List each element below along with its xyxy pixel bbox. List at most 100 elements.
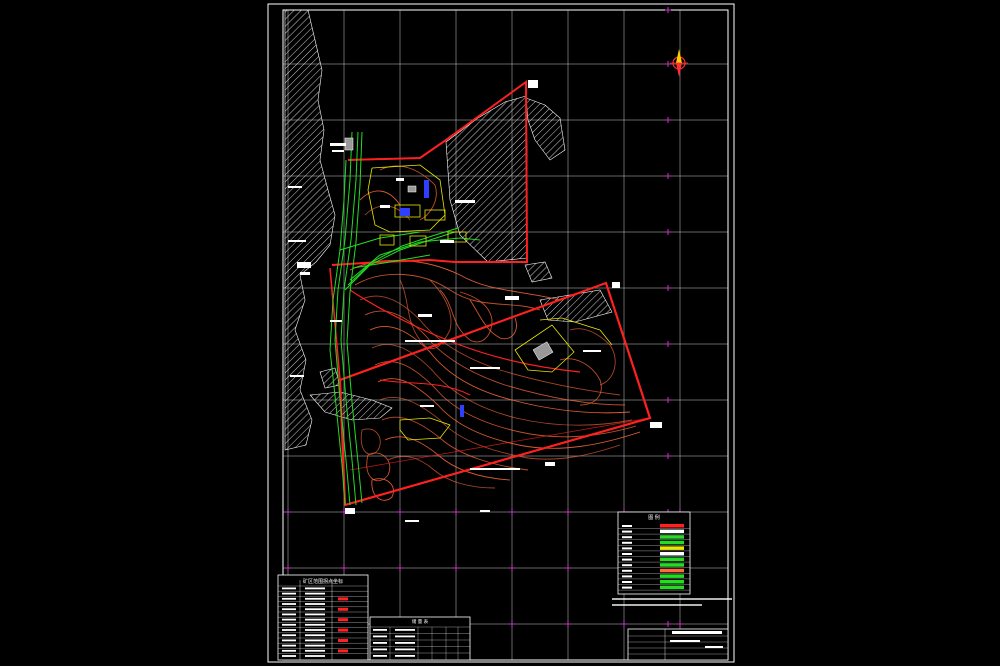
pit-edge (539, 317, 613, 346)
grid-cross (677, 621, 683, 627)
legend-swatch (660, 563, 684, 567)
table-cell (282, 587, 296, 590)
table-cell (282, 623, 296, 626)
facility-outline (367, 164, 446, 233)
contour-line (469, 299, 517, 340)
coordinate-table: 矿区范围拐点坐标 (277, 574, 369, 661)
legend-label (622, 547, 632, 550)
hatch-mid-left (309, 391, 393, 421)
table-cell (305, 592, 325, 595)
table-cell (282, 618, 296, 621)
legend-label (622, 525, 632, 527)
table-cell (395, 642, 415, 644)
grid-cross (397, 565, 403, 571)
grid-cross (341, 565, 347, 571)
table-cell (282, 592, 296, 595)
legend-label (622, 569, 632, 572)
legend-swatch (660, 540, 684, 545)
title-text-bar (670, 640, 700, 642)
table-cell (305, 618, 325, 621)
grid-cross (509, 509, 515, 515)
contour-line (359, 190, 401, 206)
boundary-lower (338, 281, 652, 507)
legend-label (622, 586, 632, 589)
contour-line (379, 397, 621, 460)
grid-cross (621, 621, 627, 627)
grid-cross (453, 565, 459, 571)
table-swatch (338, 597, 348, 601)
grid-cross (665, 7, 671, 13)
table-cell (305, 587, 325, 590)
grid-cross (665, 397, 671, 403)
hatch-upper-right (525, 97, 566, 161)
grid-cross (565, 509, 571, 515)
grid-cross (509, 621, 515, 627)
table-cell (282, 639, 296, 642)
contour-line (360, 428, 381, 455)
title-block (627, 628, 729, 661)
legend-label (622, 581, 632, 583)
grid-cross (665, 621, 671, 627)
table-cell (305, 608, 325, 611)
grid-cross (453, 509, 459, 515)
grid-cross (665, 229, 671, 235)
table-cell (373, 642, 387, 644)
grid-cross (665, 341, 671, 347)
title-text-bar (705, 646, 723, 648)
legend-label (622, 553, 632, 555)
table-cell (373, 629, 387, 631)
table-cell (305, 649, 325, 652)
table-cell (305, 597, 325, 600)
legend-swatch (660, 535, 684, 539)
legend-swatch (660, 568, 684, 573)
table-cell (395, 635, 415, 638)
table-cell (395, 648, 415, 651)
legend-label (622, 541, 632, 544)
legend-label (622, 575, 632, 578)
table-cell (373, 655, 387, 657)
table-cell (305, 613, 325, 616)
table-cell (282, 613, 296, 616)
contour-line (569, 328, 616, 386)
grid-cross (565, 565, 571, 571)
grid-cross (509, 565, 515, 571)
boundary-inner (349, 417, 651, 471)
table-cell (395, 629, 415, 631)
yellow-pond (399, 417, 451, 441)
legend-swatch (660, 557, 684, 562)
legend-swatch (660, 580, 684, 584)
table-swatch (338, 639, 348, 642)
grid-cross (665, 453, 671, 459)
contour-line (377, 378, 641, 449)
coordinate-table-title: 矿区范围拐点坐标 (303, 578, 343, 585)
hatch-top-mountain (445, 95, 528, 263)
table-swatch (338, 607, 348, 611)
contour-line (381, 416, 529, 471)
legend-swatch (660, 585, 684, 590)
table-cell (305, 623, 325, 626)
grid-cross (285, 565, 291, 571)
grid-cross (665, 173, 671, 179)
table-cell (305, 644, 325, 647)
grid-cross (665, 61, 671, 67)
table-cell (282, 608, 296, 611)
table-cell (282, 597, 296, 600)
table-cell (305, 603, 325, 605)
grid-cross (665, 117, 671, 123)
legend-label (622, 530, 632, 533)
table-cell (373, 648, 387, 651)
title-text-bar (672, 631, 722, 634)
grid-cross (285, 509, 291, 515)
legend-swatch (660, 574, 684, 578)
legend-label (622, 558, 632, 561)
table-cell (305, 634, 325, 637)
table-cell (282, 629, 296, 631)
grid-cross (397, 509, 403, 515)
hatch-small-top (524, 261, 553, 283)
table-cell (305, 629, 325, 631)
reserve-table-title: 储 量 表 (412, 618, 429, 625)
contour-line (384, 436, 511, 481)
legend-swatch (660, 524, 684, 528)
legend-label (622, 564, 632, 567)
hatch-small-left (319, 367, 341, 389)
